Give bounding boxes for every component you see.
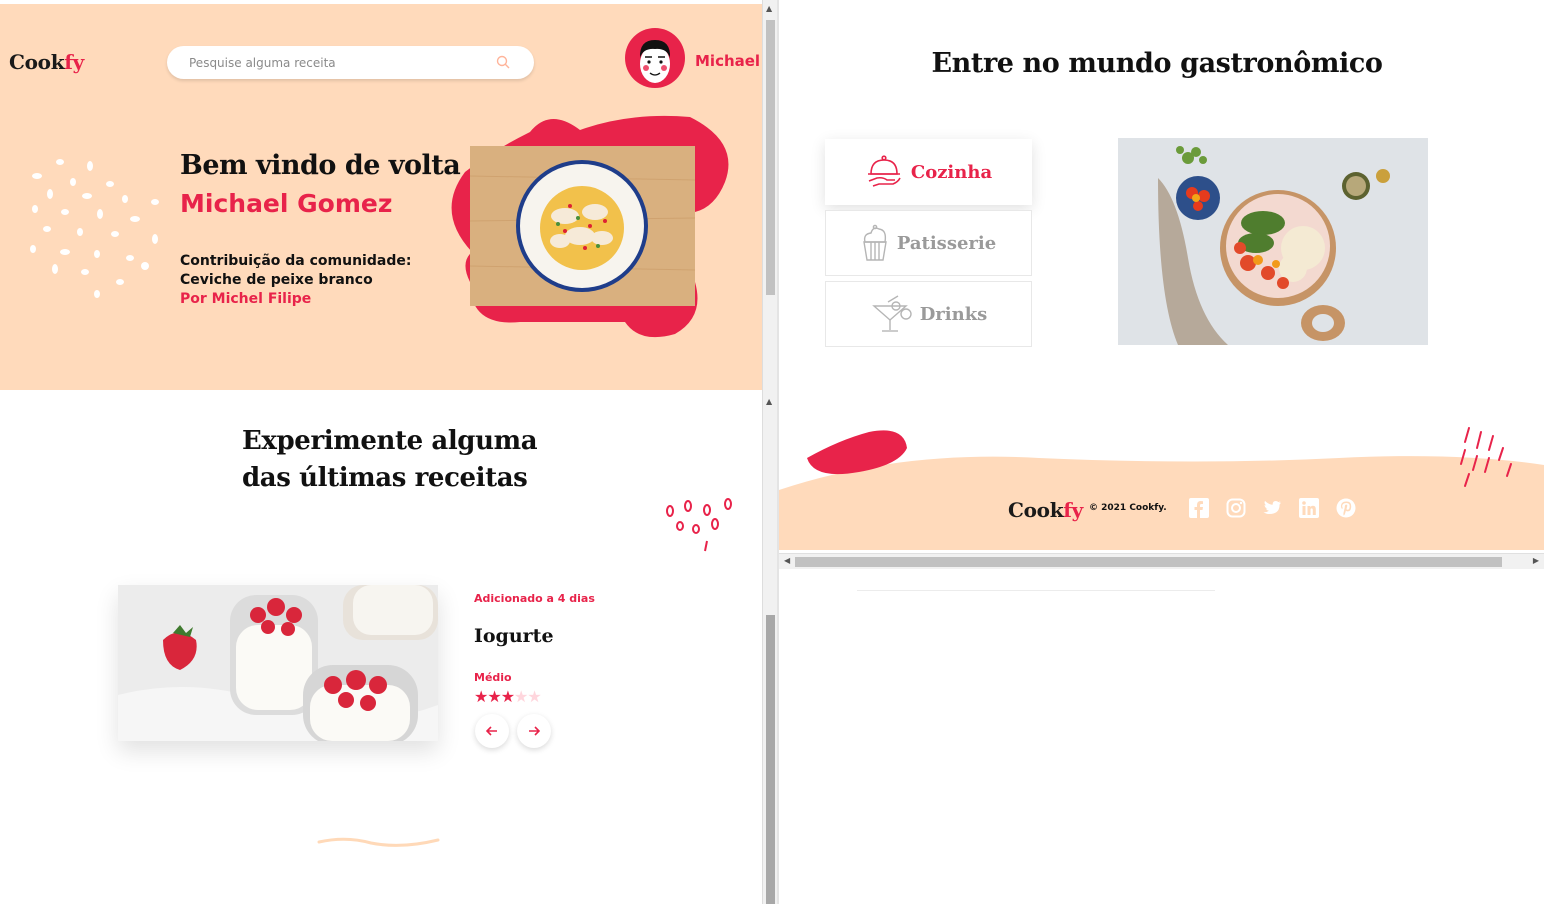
latest-recipes-heading: Experimente alguma das últimas receitas	[242, 423, 572, 497]
next-recipe-button[interactable]	[517, 714, 551, 748]
gastronomy-heading: Entre no mundo gastronômico	[931, 48, 1383, 79]
avatar-face-icon	[639, 40, 671, 83]
hero-section: Cookfy Michael	[0, 4, 762, 390]
cloche-icon	[867, 155, 901, 187]
arrow-right-icon	[529, 726, 540, 736]
scrollbar-thumb[interactable]	[795, 557, 1502, 567]
decorative-dots-icon	[30, 159, 159, 298]
scroll-up-arrow-icon[interactable]: ▲	[766, 4, 772, 13]
recipe-rating: ★★★★★	[474, 687, 542, 706]
decorative-red-dots-icon	[666, 498, 732, 552]
scrollbar-thumb[interactable]	[766, 20, 775, 295]
brand-name-part1: Cook	[1008, 498, 1064, 522]
category-label: Drinks	[919, 303, 988, 325]
cupcake-icon	[862, 224, 887, 261]
brand-name-part2: fy	[64, 50, 84, 74]
footer-wave-icon	[779, 427, 1544, 550]
featured-dish-name[interactable]: Ceviche de peixe branco	[180, 272, 373, 288]
arrow-left-icon	[486, 726, 497, 736]
copyright-text: © 2021 Cookfy.	[1089, 503, 1167, 513]
facebook-icon[interactable]	[1189, 498, 1209, 518]
scroll-right-arrow-icon[interactable]: ▶	[1533, 556, 1539, 565]
left-pane: Cookfy Michael	[0, 0, 762, 904]
avatar[interactable]	[625, 28, 685, 88]
featured-dish-author[interactable]: Por Michel Filipe	[180, 291, 311, 307]
salad-board-icon	[1118, 138, 1428, 345]
scroll-up-arrow-icon[interactable]: ▲	[766, 397, 772, 406]
brand-logo[interactable]: Cookfy	[9, 50, 84, 74]
community-contribution-label: Contribuição da comunidade:	[180, 253, 412, 269]
star-filled-icon: ★	[500, 687, 515, 706]
footer-brand-logo[interactable]: Cookfy	[1008, 498, 1083, 522]
featured-dish-photo[interactable]	[470, 146, 695, 306]
brand-name-part2: fy	[1063, 498, 1083, 522]
category-drinks[interactable]: Drinks	[825, 281, 1032, 347]
welcome-heading: Bem vindo de volta	[180, 150, 461, 181]
recipe-added-date: Adicionado a 4 dias	[474, 592, 595, 605]
left-pane-scrollbar[interactable]: ▲ ▲	[762, 0, 777, 904]
linkedin-icon[interactable]	[1299, 498, 1319, 518]
search-bar	[167, 46, 534, 79]
category-label: Cozinha	[910, 161, 993, 183]
star-filled-icon: ★	[474, 687, 488, 706]
star-empty-icon: ★	[514, 687, 528, 706]
star-empty-icon: ★	[527, 687, 541, 706]
brand-name-part1: Cook	[9, 50, 65, 74]
latest-recipes-heading-line1: Experimente alguma	[242, 426, 538, 456]
ceviche-bowl-icon	[470, 146, 695, 306]
star-filled-icon: ★	[487, 687, 501, 706]
search-input[interactable]	[189, 53, 479, 73]
recipe-photo[interactable]	[118, 585, 438, 741]
twitter-icon[interactable]	[1262, 498, 1282, 518]
recipe-name[interactable]: Iogurte	[474, 625, 554, 647]
pinterest-icon[interactable]	[1336, 498, 1356, 518]
right-pane: Entre no mundo gastronômico Cozinha Pati…	[779, 0, 1544, 904]
previous-recipe-button[interactable]	[475, 714, 509, 748]
user-name[interactable]: Michael	[695, 52, 760, 70]
yogurt-jars-icon	[118, 585, 438, 741]
category-label: Patisserie	[896, 232, 997, 254]
cocktail-icon	[871, 295, 912, 332]
divider-line	[857, 590, 1215, 591]
right-pane-horizontal-scrollbar[interactable]: ◀ ▶	[779, 553, 1544, 569]
instagram-icon[interactable]	[1226, 498, 1246, 518]
category-patisserie[interactable]: Patisserie	[825, 210, 1032, 276]
gastronomy-photo[interactable]	[1118, 138, 1428, 345]
recipe-difficulty: Médio	[474, 671, 512, 684]
latest-recipes-heading-line2: das últimas receitas	[242, 463, 528, 493]
scroll-left-arrow-icon[interactable]: ◀	[784, 556, 790, 565]
footer: Cookfy	[779, 420, 1544, 550]
decorative-squiggle-icon	[317, 837, 440, 847]
welcome-user-name: Michael Gomez	[180, 189, 393, 218]
category-cozinha[interactable]: Cozinha	[825, 139, 1032, 205]
scrollbar-thumb[interactable]	[766, 615, 775, 904]
search-icon[interactable]	[496, 55, 510, 69]
